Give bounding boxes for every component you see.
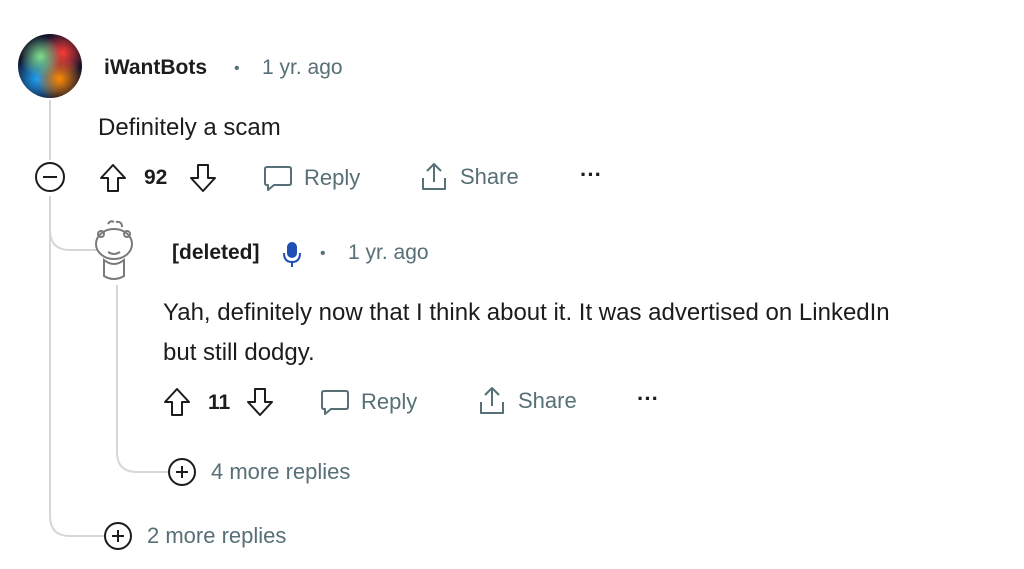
- downvote-icon[interactable]: [245, 386, 275, 418]
- more-options-button[interactable]: ···: [580, 162, 602, 188]
- more-replies-button[interactable]: 2 more replies: [103, 521, 286, 551]
- share-label: Share: [460, 164, 519, 189]
- upvote-icon[interactable]: [98, 162, 128, 194]
- comment-icon: [264, 166, 292, 191]
- comment-body: Definitely a scam: [98, 114, 281, 141]
- more-replies-button[interactable]: 4 more replies: [167, 457, 350, 487]
- reply-label: Reply: [361, 389, 418, 414]
- more-replies-label: 4 more replies: [211, 459, 351, 484]
- comment-icon: [321, 390, 349, 415]
- separator-dot: •: [320, 245, 326, 262]
- reply-label: Reply: [304, 165, 361, 190]
- downvote-icon[interactable]: [188, 162, 218, 194]
- comment-body-line-2: but still dodgy.: [163, 339, 315, 366]
- share-button[interactable]: Share: [418, 160, 519, 194]
- more-replies-label: 2 more replies: [147, 523, 287, 548]
- timestamp[interactable]: 1 yr. ago: [262, 56, 343, 80]
- username[interactable]: [deleted]: [172, 241, 260, 265]
- reply-button[interactable]: Reply: [319, 386, 417, 418]
- thread-curve-parent-to-more: [49, 490, 107, 537]
- reply-button[interactable]: Reply: [262, 162, 360, 194]
- thread-line-parent: [49, 100, 51, 160]
- separator-dot: •: [234, 60, 240, 77]
- expand-icon: [104, 522, 132, 550]
- upvote-icon[interactable]: [162, 386, 192, 418]
- microphone-icon: [283, 242, 301, 267]
- vote-count: 92: [144, 166, 168, 189]
- share-label: Share: [518, 388, 577, 413]
- share-button[interactable]: Share: [476, 384, 577, 418]
- share-icon: [480, 387, 504, 414]
- vote-count: 11: [208, 391, 231, 414]
- more-icon: ···: [580, 162, 602, 187]
- more-options-button[interactable]: ···: [637, 386, 659, 412]
- share-icon: [422, 163, 446, 190]
- username[interactable]: iWantBots: [104, 56, 207, 80]
- expand-icon: [168, 458, 196, 486]
- thread-line-child: [116, 285, 118, 445]
- timestamp[interactable]: 1 yr. ago: [348, 241, 429, 265]
- comment-body-line-1: Yah, definitely now that I think about i…: [163, 299, 890, 326]
- deleted-user-avatar[interactable]: [86, 218, 142, 284]
- more-icon: ···: [637, 386, 659, 411]
- avatar[interactable]: [18, 34, 82, 98]
- collapse-icon[interactable]: [34, 161, 66, 193]
